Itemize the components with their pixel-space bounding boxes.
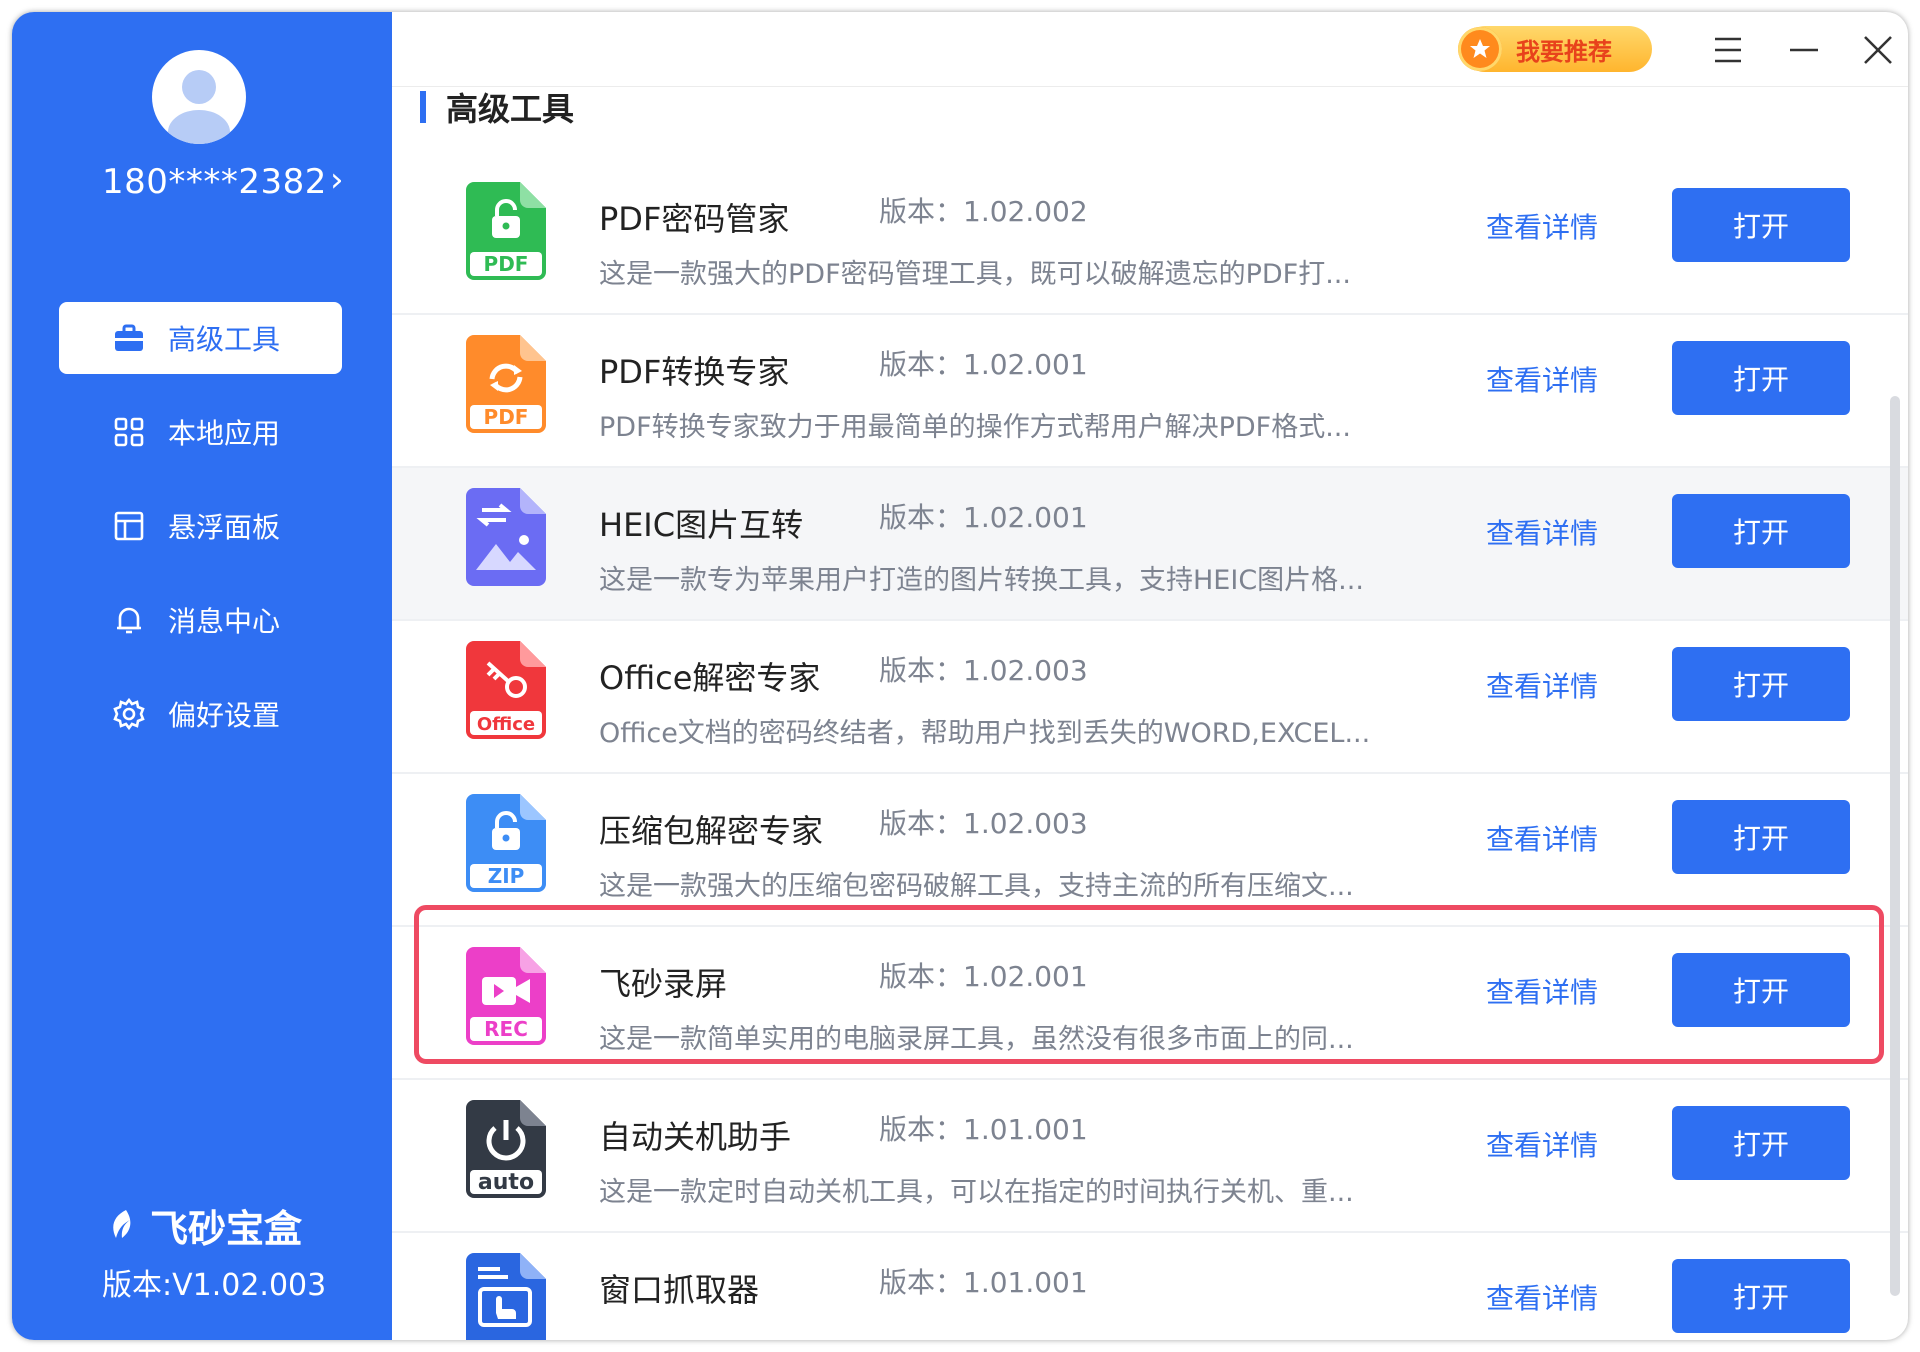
tool-name: 自动关机助手 [599,1118,792,1156]
view-details-link[interactable]: 查看详情 [1486,665,1598,705]
tool-description: 这是一款强大的压缩包密码破解工具，支持主流的所有压缩文... [599,871,1354,902]
sidebar-item-floating-panel[interactable]: 悬浮面板 [12,490,392,562]
user-phone[interactable]: 180****2382 [102,162,327,202]
tool-version: 版本：1.02.001 [879,501,1088,534]
open-button[interactable]: 打开 [1672,1106,1850,1180]
zip-lock-icon: ZIP [466,794,546,892]
tool-version: 版本：1.02.001 [879,348,1088,381]
tool-row: 窗口抓取器 版本：1.01.001 查看详情 打开 [392,1233,1908,1340]
sidebar-item-preferences[interactable]: 偏好设置 [12,678,392,750]
tool-version: 版本：1.02.002 [879,195,1088,228]
gear-icon [112,697,146,731]
tool-row: HEIC图片互转 版本：1.02.001 这是一款专为苹果用户打造的图片转换工具… [392,468,1908,621]
tool-version: 版本：1.01.001 [879,1113,1088,1146]
sidebar-item-label: 本地应用 [168,417,281,450]
scrollbar[interactable] [1890,396,1900,1296]
tool-description: 这是一款定时自动关机工具，可以在指定的时间执行关机、重... [599,1177,1354,1208]
sidebar-nav: 高级工具 本地应用 悬浮面板 消息中心 偏好设置 [12,302,392,772]
title-accent-bar [420,91,426,123]
brand-name: 飞砂宝盒 [150,1207,303,1251]
open-button[interactable]: 打开 [1672,800,1850,874]
app-version: 版本:V1.02.003 [102,1268,327,1303]
tool-version: 版本：1.01.001 [879,1266,1088,1299]
medal-icon [1458,27,1502,71]
tool-row: auto 自动关机助手 版本：1.01.001 这是一款定时自动关机工具，可以在… [392,1080,1908,1233]
tool-description: PDF转换专家致力于用最简单的操作方式帮用户解决PDF格式... [599,412,1351,443]
sidebar-item-message-center[interactable]: 消息中心 [12,584,392,656]
svg-text:ZIP: ZIP [488,864,525,888]
tool-name: Office解密专家 [599,659,821,697]
top-bar: 我要推荐 [392,12,1908,87]
view-details-link[interactable]: 查看详情 [1486,1277,1598,1317]
pdf-convert-icon: PDF [466,335,546,433]
sidebar-item-local-apps[interactable]: 本地应用 [12,396,392,468]
minimize-icon[interactable] [1784,30,1824,70]
app-window: 180****2382 › 高级工具 本地应用 悬浮面板 消息中心 偏好设置 飞… [12,12,1908,1340]
heic-image-icon [466,488,546,586]
open-button[interactable]: 打开 [1672,647,1850,721]
open-button[interactable]: 打开 [1672,341,1850,415]
selection-highlight-frame [414,905,1884,1064]
tool-version: 版本：1.02.003 [879,807,1088,840]
view-details-link[interactable]: 查看详情 [1486,1124,1598,1164]
tool-description: Office文档的密码终结者，帮助用户找到丢失的WORD,EXCEL... [599,718,1371,749]
tool-name: 窗口抓取器 [599,1271,760,1309]
tool-name: 压缩包解密专家 [599,812,824,850]
tool-name: PDF密码管家 [599,200,790,238]
grid-icon [112,415,146,449]
sidebar: 180****2382 › 高级工具 本地应用 悬浮面板 消息中心 偏好设置 飞… [12,12,392,1340]
svg-text:auto: auto [478,1170,534,1195]
briefcase-icon [112,321,146,355]
recommend-button[interactable]: 我要推荐 [1458,26,1652,72]
brand: 飞砂宝盒 [104,1198,302,1253]
tool-description: 这是一款专为苹果用户打造的图片转换工具，支持HEIC图片格... [599,565,1364,596]
avatar[interactable] [152,50,246,144]
tool-name: HEIC图片互转 [599,506,804,544]
tool-version: 版本：1.02.003 [879,654,1088,687]
close-icon[interactable] [1858,30,1898,70]
section-title-text: 高级工具 [446,90,575,128]
panel-icon [112,509,146,543]
tool-name: PDF转换专家 [599,353,790,391]
svg-text:Office: Office [477,714,535,735]
open-button[interactable]: 打开 [1672,1259,1850,1333]
open-button[interactable]: 打开 [1672,494,1850,568]
tool-row: PDF PDF密码管家 版本：1.02.002 这是一款强大的PDF密码管理工具… [392,162,1908,315]
sidebar-item-label: 偏好设置 [168,699,281,732]
section-title: 高级工具 [420,84,574,130]
tool-row: Office Office解密专家 版本：1.02.003 Office文档的密… [392,621,1908,774]
menu-icon[interactable] [1708,30,1748,70]
view-details-link[interactable]: 查看详情 [1486,512,1598,552]
view-details-link[interactable]: 查看详情 [1486,359,1598,399]
sidebar-item-advanced-tools[interactable]: 高级工具 [59,302,342,374]
svg-text:PDF: PDF [484,252,529,276]
chevron-right-icon[interactable]: › [330,160,344,200]
sidebar-item-label: 消息中心 [168,605,281,638]
view-details-link[interactable]: 查看详情 [1486,206,1598,246]
recommend-label: 我要推荐 [1516,37,1612,66]
power-icon: auto [466,1100,546,1198]
brand-logo-icon [113,1209,131,1238]
view-details-link[interactable]: 查看详情 [1486,818,1598,858]
sidebar-item-label: 高级工具 [168,323,281,356]
tool-description: 这是一款强大的PDF密码管理工具，既可以破解遗忘的PDF打... [599,259,1351,290]
svg-text:PDF: PDF [484,405,529,429]
office-key-icon: Office [466,641,546,739]
bell-icon [112,603,146,637]
sidebar-item-label: 悬浮面板 [168,511,281,544]
tool-row: PDF PDF转换专家 版本：1.02.001 PDF转换专家致力于用最简单的操… [392,315,1908,468]
open-button[interactable]: 打开 [1672,188,1850,262]
pdf-lock-icon: PDF [466,182,546,280]
tool-list: PDF PDF密码管家 版本：1.02.002 这是一款强大的PDF密码管理工具… [392,162,1908,1340]
window-grab-icon [466,1253,546,1340]
